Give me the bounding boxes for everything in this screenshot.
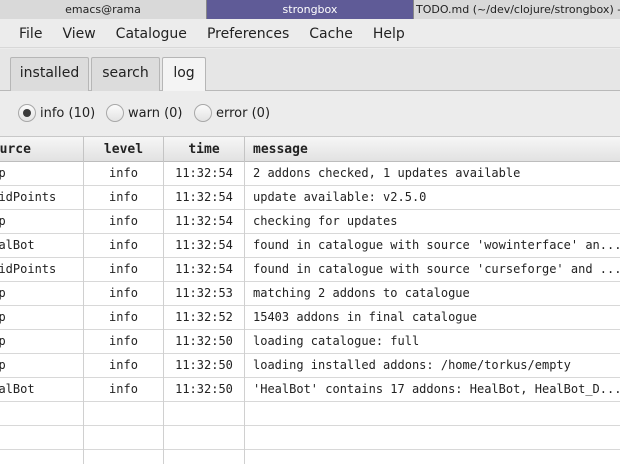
- window-manager-bar: emacs@rama strongbox TODO.md (~/dev/cloj…: [0, 0, 620, 19]
- menu-help[interactable]: Help: [363, 20, 415, 48]
- cell-message: update available: v2.5.0: [253, 190, 427, 204]
- filter-info-label: info (10): [40, 105, 96, 121]
- cell-source: RaidPoints: [0, 186, 84, 210]
- table-row[interactable]: RaidPointsinfo11:32:54 update available: …: [0, 186, 620, 210]
- empty-table-row: [0, 450, 620, 464]
- filter-info[interactable]: info (10): [18, 104, 95, 122]
- tab-installed[interactable]: installed: [10, 57, 89, 91]
- wm-tab-emacs[interactable]: emacs@rama: [0, 0, 207, 19]
- cell-message: found in catalogue with source 'wowinter…: [253, 238, 620, 252]
- table-row[interactable]: appinfo11:32:50 loading installed addons:…: [0, 354, 620, 378]
- cell-message: loading catalogue: full: [253, 334, 420, 348]
- log-table: source level time message appinfo11:32:5…: [0, 136, 620, 464]
- cell-source: HealBot: [0, 378, 84, 402]
- cell-time: 11:32:53: [164, 282, 245, 306]
- filter-warn-label: warn (0): [128, 105, 183, 121]
- column-header-time[interactable]: time: [164, 137, 245, 162]
- cell-source: app: [0, 354, 84, 378]
- cell-time: 11:32:52: [164, 306, 245, 330]
- column-header-message[interactable]: message: [245, 137, 620, 162]
- cell-time: 11:32:54: [164, 162, 245, 186]
- filter-error-label: error (0): [216, 105, 271, 121]
- menu-view[interactable]: View: [52, 20, 105, 48]
- cell-time: 11:32:54: [164, 258, 245, 282]
- empty-cell: [84, 426, 164, 450]
- cell-source: app: [0, 162, 84, 186]
- table-row[interactable]: appinfo11:32:52 15403 addons in final cat…: [0, 306, 620, 330]
- cell-source: app: [0, 306, 84, 330]
- cell-level: info: [84, 330, 164, 354]
- column-header-level[interactable]: level: [84, 137, 164, 162]
- tab-search[interactable]: search: [91, 57, 160, 91]
- cell-message: 'HealBot' contains 17 addons: HealBot, H…: [253, 382, 620, 396]
- menu-bar: File View Catalogue Preferences Cache He…: [0, 20, 620, 48]
- menu-cache[interactable]: Cache: [299, 20, 363, 48]
- cell-source: RaidPoints: [0, 258, 84, 282]
- menu-file[interactable]: File: [0, 20, 52, 48]
- tab-bar: installed search log: [0, 49, 620, 92]
- table-row[interactable]: HealBotinfo11:32:50 'HealBot' contains 17…: [0, 378, 620, 402]
- cell-level: info: [84, 354, 164, 378]
- table-row[interactable]: RaidPointsinfo11:32:54 found in catalogue…: [0, 258, 620, 282]
- cell-source: app: [0, 330, 84, 354]
- filter-warn[interactable]: warn (0): [106, 104, 183, 122]
- cell-time: 11:32:54: [164, 186, 245, 210]
- cell-level: info: [84, 210, 164, 234]
- empty-cell: [164, 450, 245, 464]
- cell-level: info: [84, 186, 164, 210]
- tab-log[interactable]: log: [162, 57, 206, 92]
- cell-source: app: [0, 282, 84, 306]
- cell-message: checking for updates: [253, 214, 398, 228]
- empty-cell: [245, 450, 620, 464]
- empty-table-row: [0, 402, 620, 426]
- radio-selected-icon[interactable]: [18, 104, 36, 122]
- level-filter-group: info (10) warn (0) error (0): [0, 91, 620, 135]
- cell-message: 15403 addons in final catalogue: [253, 310, 477, 324]
- cell-time: 11:32:50: [164, 378, 245, 402]
- wm-tab-strongbox[interactable]: strongbox: [207, 0, 414, 19]
- table-row[interactable]: appinfo11:32:53 matching 2 addons to cata…: [0, 282, 620, 306]
- radio-unselected-icon[interactable]: [106, 104, 124, 122]
- cell-level: info: [84, 282, 164, 306]
- cell-level: info: [84, 378, 164, 402]
- cell-time: 11:32:54: [164, 234, 245, 258]
- empty-cell: [84, 450, 164, 464]
- cell-level: info: [84, 306, 164, 330]
- cell-level: info: [84, 234, 164, 258]
- cell-message: loading installed addons: /home/torkus/e…: [253, 358, 571, 372]
- cell-source: HealBot: [0, 234, 84, 258]
- menu-catalogue[interactable]: Catalogue: [106, 20, 197, 48]
- empty-cell: [164, 402, 245, 426]
- column-header-source[interactable]: source: [0, 137, 84, 162]
- cell-message: found in catalogue with source 'cursefor…: [253, 262, 620, 276]
- cell-time: 11:32:54: [164, 210, 245, 234]
- empty-cell: [0, 426, 84, 450]
- cell-source: app: [0, 210, 84, 234]
- cell-level: info: [84, 258, 164, 282]
- cell-time: 11:32:50: [164, 330, 245, 354]
- empty-cell: [245, 402, 620, 426]
- empty-table-row: [0, 426, 620, 450]
- empty-cell: [0, 450, 84, 464]
- table-row[interactable]: appinfo11:32:50 loading catalogue: full: [0, 330, 620, 354]
- filter-error[interactable]: error (0): [194, 104, 270, 122]
- table-body: appinfo11:32:542 addons checked, 1 updat…: [0, 162, 620, 464]
- table-row[interactable]: HealBotinfo11:32:54 found in catalogue wi…: [0, 234, 620, 258]
- cell-message: 2 addons checked, 1 updates available: [253, 166, 521, 180]
- table-row[interactable]: appinfo11:32:54 checking for updates: [0, 210, 620, 234]
- wm-tab-todo[interactable]: TODO.md (~/dev/clojure/strongbox) - Plu.…: [414, 0, 620, 19]
- empty-cell: [84, 402, 164, 426]
- empty-cell: [0, 402, 84, 426]
- cell-message: matching 2 addons to catalogue: [253, 286, 470, 300]
- menu-preferences[interactable]: Preferences: [197, 20, 299, 48]
- table-header: source level time message: [0, 137, 620, 162]
- cell-level: info: [84, 162, 164, 186]
- cell-time: 11:32:50: [164, 354, 245, 378]
- empty-cell: [164, 426, 245, 450]
- empty-cell: [245, 426, 620, 450]
- table-row[interactable]: appinfo11:32:54 2 addons checked, 1 updat…: [0, 162, 620, 186]
- radio-unselected-icon[interactable]: [194, 104, 212, 122]
